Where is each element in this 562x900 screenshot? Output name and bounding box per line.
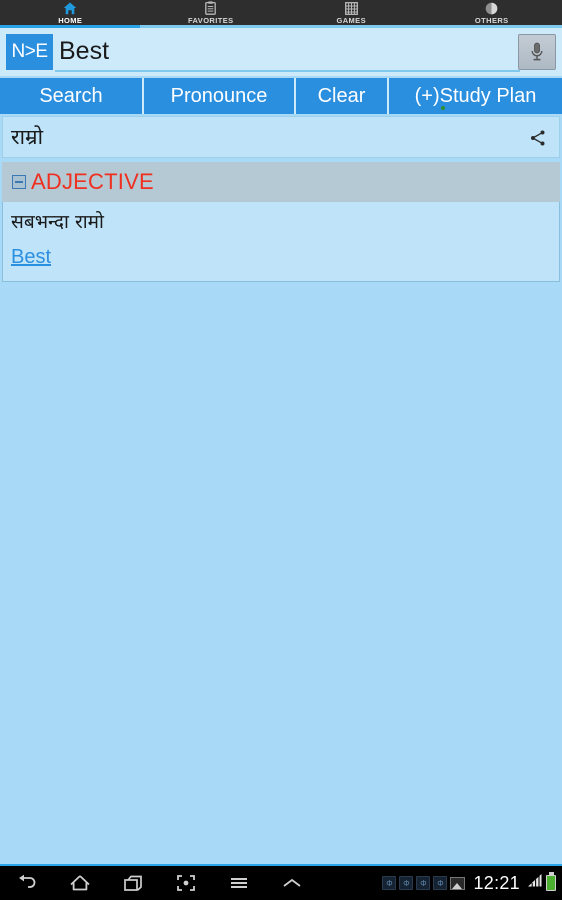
chevron-up-icon[interactable] xyxy=(265,866,318,900)
tab-home[interactable]: HOME xyxy=(0,0,141,28)
language-toggle-button[interactable]: N>E xyxy=(6,34,53,70)
definition-card: सबभन्दा रामो Best xyxy=(2,202,560,282)
search-button[interactable]: Search xyxy=(0,78,144,114)
definition-nepali-text: सबभन्दा रामो xyxy=(11,211,104,233)
app-notification-badge: Φ xyxy=(399,876,414,890)
clipboard-icon xyxy=(205,1,217,15)
tab-games-label: GAMES xyxy=(336,16,366,25)
tab-others-label: OTHERS xyxy=(474,16,509,25)
share-icon xyxy=(531,130,545,146)
tab-favorites[interactable]: FAVORITES xyxy=(141,0,282,28)
part-of-speech-label: ADJECTIVE xyxy=(31,169,154,194)
battery-icon xyxy=(546,872,556,891)
abacus-icon xyxy=(344,1,358,15)
app-notification-badge: Φ xyxy=(382,876,397,890)
share-button[interactable] xyxy=(525,125,551,151)
tab-games[interactable]: GAMES xyxy=(281,0,422,28)
menu-icon[interactable] xyxy=(212,866,265,900)
top-tab-bar: HOME FAVORITES GAMES OTHERS xyxy=(0,0,562,28)
signal-bars-icon xyxy=(527,873,543,893)
microphone-button[interactable] xyxy=(518,34,556,70)
tab-favorites-label: FAVORITES xyxy=(187,16,234,25)
headword-row: राम्रो xyxy=(2,116,560,158)
nav-icon-group xyxy=(0,866,320,900)
recent-apps-icon[interactable] xyxy=(106,866,159,900)
status-icon-group: Φ Φ Φ Φ 12:21 xyxy=(382,866,556,900)
search-input-wrap xyxy=(55,34,520,72)
screenshot-icon[interactable] xyxy=(159,866,212,900)
home-icon[interactable] xyxy=(53,866,106,900)
app-root: HOME FAVORITES GAMES OTHERS N>E Best Sea… xyxy=(0,0,562,900)
tab-others[interactable]: OTHERS xyxy=(422,0,562,28)
back-icon[interactable] xyxy=(0,866,53,900)
pronounce-button[interactable]: Pronounce xyxy=(144,78,296,114)
search-input[interactable] xyxy=(55,34,520,72)
pie-circle-icon xyxy=(485,1,498,15)
tabbar-active-indicator xyxy=(0,25,140,28)
definition-translation-link[interactable]: Best xyxy=(11,246,51,269)
app-notification-badge: Φ xyxy=(416,876,431,890)
study-plan-indicator-dot xyxy=(441,106,445,110)
system-navigation-bar: Φ Φ Φ Φ 12:21 xyxy=(0,864,562,900)
status-clock: 12:21 xyxy=(473,872,520,893)
action-button-row: Search Pronounce Clear (+)Study Plan xyxy=(0,78,562,114)
clear-button[interactable]: Clear xyxy=(296,78,389,114)
part-of-speech-header[interactable]: ADJECTIVE xyxy=(2,162,560,202)
study-plan-label: (+)Study Plan xyxy=(414,84,537,107)
minus-square-icon[interactable] xyxy=(12,175,26,189)
search-row: N>E xyxy=(0,28,562,76)
app-notification-badge: Φ xyxy=(433,876,448,890)
tab-home-label: HOME xyxy=(58,16,83,25)
image-icon xyxy=(450,876,466,890)
microphone-icon xyxy=(531,42,543,61)
headword-text: राम्रो xyxy=(11,125,44,149)
study-plan-button[interactable]: (+)Study Plan xyxy=(389,78,562,114)
home-icon xyxy=(63,1,77,15)
